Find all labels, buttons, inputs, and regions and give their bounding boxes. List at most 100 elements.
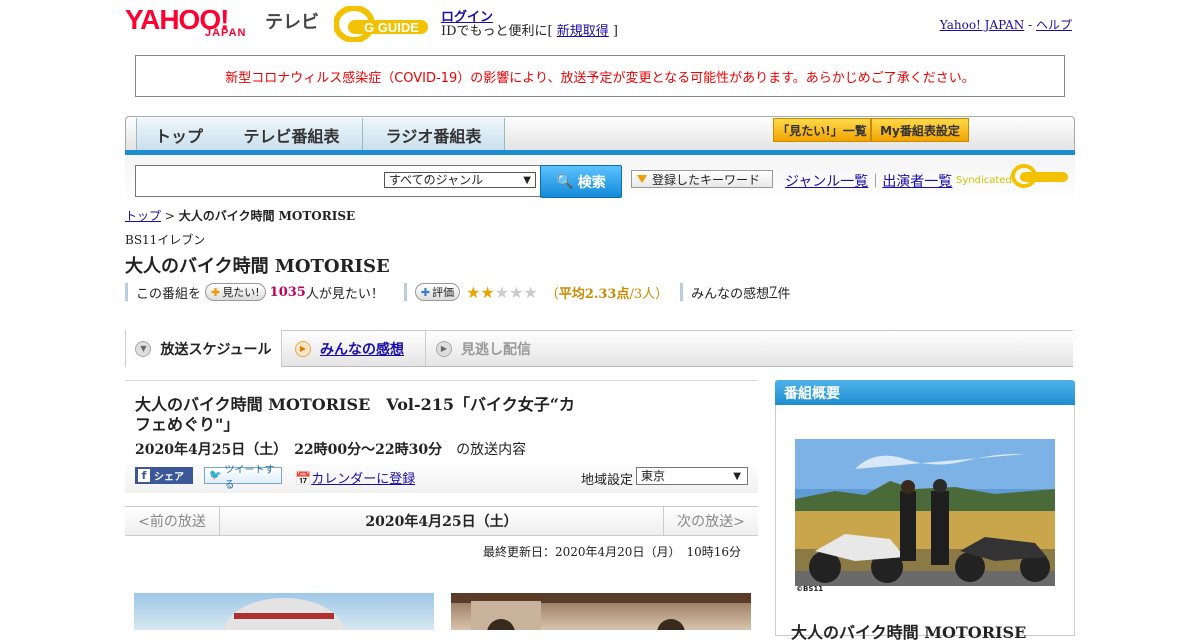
registered-keywords-button[interactable]: 登録したキーワード: [631, 170, 773, 188]
rate-button-label: 評価: [432, 286, 455, 299]
plus-icon: ✚: [420, 285, 431, 299]
rate-button[interactable]: ✚ 評価: [414, 283, 461, 301]
episode-date-suffix: の放送内容: [456, 442, 527, 458]
tweet-button[interactable]: 🐦 ツイートする: [204, 465, 282, 491]
cafe-photo: [451, 593, 751, 630]
genre-list-link[interactable]: ジャンル一覧: [785, 174, 868, 190]
impressions-suffix: 件: [777, 286, 791, 302]
breadcrumb: トップ > 大人のバイク時間 MOTORISE: [125, 207, 355, 224]
register-link[interactable]: 新規取得: [557, 24, 609, 39]
mitai-suffix: 人が見たい！: [305, 286, 384, 302]
yahoo-japan-link[interactable]: Yahoo! JAPAN: [940, 18, 1025, 32]
separator: [403, 283, 407, 301]
episode-title: 大人のバイク時間 MOTORISE Vol-215「バイク女子“カフェめぐり"」: [135, 395, 575, 434]
plus-icon: ✚: [211, 285, 221, 299]
dash: -: [1024, 18, 1036, 32]
nav-tab-top[interactable]: トップ: [136, 118, 222, 151]
star-empty-icon: ★: [494, 282, 510, 302]
star-empty-icon: ★: [509, 282, 524, 302]
login-prefix: IDでもっと便利に[: [441, 24, 557, 39]
channel-name: BS11イレブン: [125, 233, 206, 247]
link-separator: ｜: [868, 174, 883, 190]
tab-vod-label: 見逃し配信: [461, 341, 531, 358]
chevron-down-icon: ▼: [135, 340, 152, 357]
next-broadcast-link[interactable]: 次の放送>: [663, 507, 758, 535]
search-button[interactable]: 🔍 検索: [540, 165, 622, 198]
genre-selected-value: すべてのジャンル: [389, 173, 484, 187]
breadcrumb-sep: >: [161, 209, 179, 223]
play-icon: ▶: [436, 340, 452, 357]
tab-vod[interactable]: ▶ 見逃し配信: [425, 331, 556, 366]
avg-prefix: （: [545, 286, 559, 302]
content-tabs: ▼ 放送スケジュール ▶ みんなの感想 ▶ 見逃し配信: [125, 330, 1073, 367]
search-button-label: 検索: [577, 174, 606, 191]
syndicated-text: Syndicated: [956, 175, 1012, 186]
facebook-share-button[interactable]: f シェア: [135, 467, 193, 484]
program-photo: [795, 439, 1055, 586]
gguide-text: G GUIDE: [364, 20, 419, 35]
star-filled-icon: ★: [466, 282, 481, 302]
this-program-label: この番組を: [136, 286, 202, 302]
play-icon: ▶: [295, 340, 311, 357]
syndicated-gguide-logo: Syndicated: [956, 164, 1068, 188]
program-overview-heading: 番組概要: [775, 380, 1075, 405]
calendar-link[interactable]: カレンダーに登録: [311, 472, 415, 487]
performer-list-link[interactable]: 出演者一覧: [882, 174, 952, 190]
mitai-list-button[interactable]: 「見たい!」一覧: [773, 118, 871, 142]
dropdown-arrow-icon: ▼: [733, 471, 741, 482]
episode-thumbnail-1: [134, 593, 434, 630]
star-empty-icon: ★: [523, 282, 538, 302]
facebook-icon: f: [138, 469, 150, 482]
help-link[interactable]: ヘルプ: [1036, 18, 1072, 32]
motorcycle-photo: [795, 439, 1055, 586]
top-links: Yahoo! JAPAN - ヘルプ: [940, 16, 1072, 33]
yahoo-japan-text: JAPAN: [205, 27, 247, 39]
tv-label: テレビ: [265, 12, 319, 32]
avg-rating: 平均2.33点: [558, 286, 630, 302]
search-icon: 🔍: [556, 173, 574, 190]
prev-broadcast-link[interactable]: <前の放送: [125, 507, 220, 535]
mitai-button-label: 見たい!: [222, 286, 260, 299]
separator: [680, 283, 684, 301]
calendar-register[interactable]: 📅カレンダーに登録: [295, 468, 415, 487]
twitter-bird-icon: 🐦: [209, 470, 222, 481]
tweet-label: ツイートする: [224, 464, 275, 491]
calendar-icon: 📅: [295, 472, 312, 487]
episode-thumbnail-2: [451, 593, 751, 630]
dropdown-arrow-icon: ▼: [523, 175, 531, 186]
nav-tab-radio-schedule[interactable]: ラジオ番組表: [363, 118, 505, 151]
genre-select[interactable]: すべてのジャンル ▼: [384, 172, 536, 188]
program-info-bar: この番組を ✚ 見たい! 1035 人が見たい！ ✚ 評価 ★★★★★ （平均2.33…: [125, 282, 790, 302]
share-label: シェア: [154, 472, 184, 483]
mitai-button[interactable]: ✚ 見たい!: [205, 283, 266, 301]
arrow-down-icon: [637, 175, 647, 183]
mitai-count: 1035: [269, 284, 306, 300]
gguide-logo[interactable]: G GUIDE: [334, 6, 432, 42]
episode-datetime: 2020年4月25日（土） 22時00分～22時30分 の放送内容: [135, 439, 526, 459]
breadcrumb-current: 大人のバイク時間 MOTORISE: [178, 209, 356, 223]
impressions-label: みんなの感想: [691, 286, 770, 302]
my-schedule-settings-button[interactable]: My番組表設定: [871, 118, 969, 142]
area-select[interactable]: 東京 ▼: [636, 467, 748, 485]
tab-schedule[interactable]: ▼ 放送スケジュール: [125, 330, 282, 367]
last-updated: 最終更新日：2020年4月20日（月） 10時16分: [483, 545, 741, 559]
rating-stars: ★★★★★: [466, 283, 538, 302]
keyword-button-label: 登録したキーワード: [652, 172, 761, 187]
nav-tab-tv-schedule[interactable]: テレビ番組表: [221, 118, 363, 151]
covid-notice: 新型コロナウィルス感染症（COVID-19）の影響により、放送予定が変更となる可…: [135, 55, 1065, 97]
tab-schedule-label: 放送スケジュール: [160, 341, 272, 358]
episode-date: 2020年4月25日（土） 22時00分～22時30分: [135, 442, 443, 458]
photo-credit: ©BS11: [796, 585, 824, 593]
helmet-photo: [224, 598, 344, 630]
star-filled-icon: ★: [480, 282, 495, 302]
current-broadcast-date: 2020年4月25日（土）: [365, 514, 518, 530]
genre-links: ジャンル一覧｜出演者一覧: [785, 171, 952, 191]
area-selected-value: 東京: [641, 469, 666, 483]
tab-impressions[interactable]: ▶ みんなの感想: [295, 331, 415, 366]
login-suffix: ]: [608, 24, 618, 39]
breadcrumb-top-link[interactable]: トップ: [125, 209, 161, 223]
separator: [125, 283, 128, 301]
impressions-count-link[interactable]: 7: [769, 285, 777, 300]
tab-impressions-label: みんなの感想: [320, 341, 404, 358]
avg-suffix: /3人）: [629, 286, 669, 302]
